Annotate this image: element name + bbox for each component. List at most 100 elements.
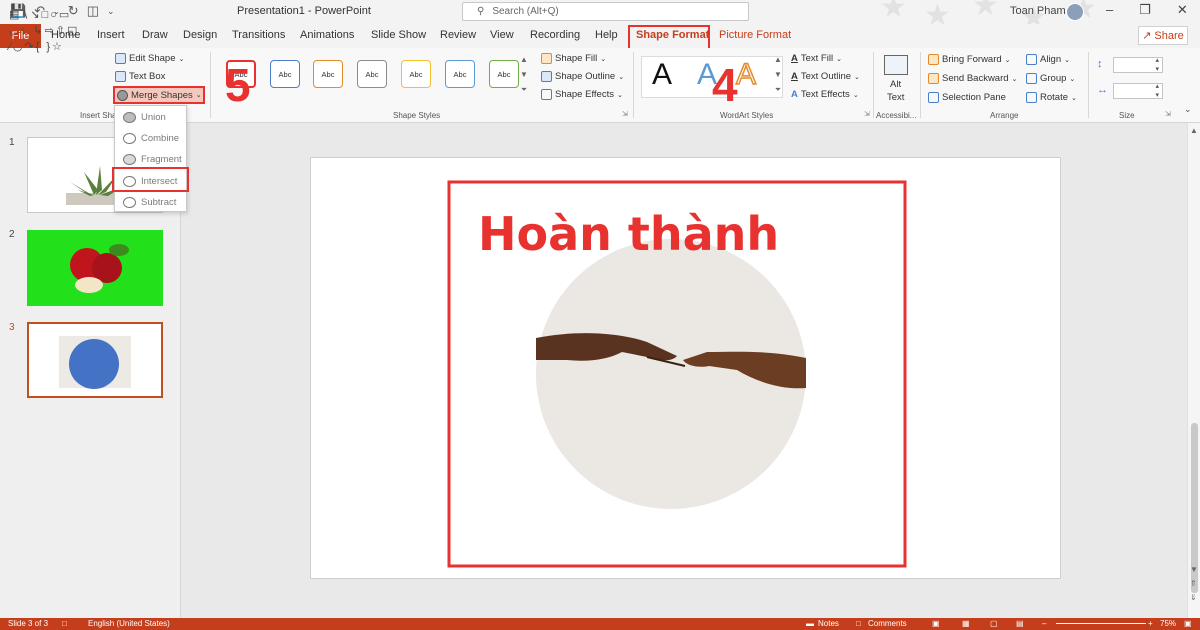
slide-sorter-icon[interactable]: ▦ [962,619,970,628]
menu-item-subtract[interactable]: Subtract [123,197,176,208]
bring-forward-button[interactable]: Bring Forward ⌄ [928,54,1011,65]
rotate-label: Rotate [1040,92,1068,103]
align-button[interactable]: Align ⌄ [1026,54,1070,65]
chevron-down-icon: ⌄ [836,55,842,63]
shape-style-option[interactable]: Abc [357,60,387,88]
user-name[interactable]: Toan Pham [1010,5,1066,17]
tab-animations[interactable]: Animations [300,29,354,41]
text-fill-button[interactable]: A Text Fill ⌄ [791,53,842,64]
alt-text-line2[interactable]: Text [887,92,904,103]
tab-slide-show[interactable]: Slide Show [371,29,426,41]
shape-outline-label: Shape Outline [555,71,616,82]
normal-view-icon[interactable]: ▣ [932,619,940,628]
shapes-gallery[interactable]: ▤∖↘□○▭ ◡∟↳⇨⇧◱ ∕◡↷{ }☆ [9,7,109,55]
more-icon[interactable]: ⏷ [775,85,781,95]
search-box[interactable]: ⚲ Search (Alt+Q) [462,2,749,21]
style-gallery-scroll[interactable]: ▲ ▼ ⏷ [520,55,528,95]
chevron-down-icon: ⌄ [852,91,859,99]
dialog-launcher-icon[interactable]: ⇲ [864,110,870,118]
previous-slide-icon[interactable]: ⇑ [1190,579,1197,588]
scroll-up-icon[interactable]: ▲ [1190,126,1198,135]
zoom-level[interactable]: 75% [1160,619,1176,628]
wordart-style-black[interactable]: A [652,58,672,92]
scroll-down-icon[interactable]: ▼ [520,70,528,79]
selection-pane-button[interactable]: Selection Pane [928,92,1006,103]
search-icon: ⚲ [477,6,485,17]
minimize-icon[interactable]: – [1106,2,1113,18]
shape-style-option[interactable]: Abc [445,60,475,88]
slide-thumbnail-3[interactable] [27,322,163,398]
shape-style-option[interactable]: Abc [489,60,519,88]
avatar[interactable] [1066,3,1084,21]
zoom-in-icon[interactable]: + [1148,619,1153,628]
merge-shapes-button[interactable]: Merge Shapes ⌄ [113,86,205,104]
menu-item-combine[interactable]: Combine [123,133,179,144]
scroll-up-icon[interactable]: ▲ [774,55,782,64]
slideshow-view-icon[interactable]: ▤ [1016,619,1024,628]
shape-style-option[interactable]: Abc [313,60,343,88]
shape-height-input[interactable]: ▴ ▾ [1113,57,1163,73]
shape-style-option[interactable]: Abc [401,60,431,88]
shape-effects-button[interactable]: Shape Effects ⌄ [541,89,623,100]
scroll-down-icon[interactable]: ▼ [774,70,782,79]
union-label: Union [141,112,166,123]
more-icon[interactable]: ⏷ [521,85,527,95]
close-icon[interactable]: ✕ [1177,2,1188,18]
rotate-button[interactable]: Rotate ⌄ [1026,92,1077,103]
restore-icon[interactable]: ❐ [1139,2,1151,18]
shape-style-option[interactable]: Abc [270,60,300,88]
text-outline-button[interactable]: A Text Outline ⌄ [791,71,860,82]
dialog-launcher-icon[interactable]: ⇲ [1165,110,1171,118]
spinner-arrows-icon[interactable]: ▴ ▾ [1155,82,1159,100]
wordart-gallery-scroll[interactable]: ▲ ▼ ⏷ [774,55,782,95]
text-box-button[interactable]: Text Box [115,71,165,82]
combine-label: Combine [141,133,180,144]
scroll-down-icon[interactable]: ▼ [1190,565,1198,574]
tab-review[interactable]: Review [440,29,476,41]
shape-fill-button[interactable]: Shape Fill ⌄ [541,53,606,64]
menu-item-union[interactable]: Union [123,112,166,123]
slide-number-1: 1 [9,137,15,148]
slide-thumbnail-2[interactable] [27,230,163,306]
text-effects-icon: A [791,89,798,100]
wordart-style-orange[interactable]: A [735,57,757,92]
reading-view-icon[interactable]: ▢ [990,619,998,628]
language-indicator[interactable]: English (United States) [88,619,170,628]
slide-heading[interactable]: Hoàn thành [478,206,779,262]
comments-button[interactable]: Comments [868,619,907,628]
next-slide-icon[interactable]: ⇓ [1190,593,1197,602]
decorative-stars: ★ ★ ★ ★ ★ [880,0,1097,24]
edit-shape-label: Edit Shape [129,53,176,64]
fit-to-window-icon[interactable]: ▣ [1184,619,1192,628]
scroll-up-icon[interactable]: ▲ [520,55,528,64]
tab-recording[interactable]: Recording [530,29,580,41]
dialog-launcher-icon[interactable]: ⇲ [622,110,628,118]
notes-button[interactable]: Notes [818,619,839,628]
menu-item-fragment[interactable]: Fragment [123,154,182,165]
zoom-slider[interactable] [1056,623,1146,624]
group-button[interactable]: Group ⌄ [1026,73,1075,84]
share-button[interactable]: ↗ Share [1138,26,1188,45]
tab-design[interactable]: Design [183,29,217,41]
collapse-ribbon-icon[interactable]: ⌄ [1184,104,1192,115]
zoom-out-icon[interactable]: – [1042,619,1046,628]
shape-width-input[interactable]: ▴ ▾ [1113,83,1163,99]
tab-picture-format[interactable]: Picture Format [719,29,791,41]
alt-text-line1[interactable]: Alt [890,79,901,90]
send-backward-label: Send Backward [942,73,1009,84]
spinner-arrows-icon[interactable]: ▴ ▾ [1155,56,1159,74]
tab-view[interactable]: View [490,29,514,41]
height-icon: ↕ [1097,58,1103,70]
shape-outline-button[interactable]: Shape Outline ⌄ [541,71,624,82]
tab-transitions[interactable]: Transitions [232,29,285,41]
vertical-scrollbar[interactable]: ▲ ▼ ⇑ ⇓ [1187,123,1200,618]
send-backward-button[interactable]: Send Backward ⌄ [928,73,1017,84]
group-divider [210,52,211,118]
tab-draw[interactable]: Draw [142,29,168,41]
edit-shape-button[interactable]: Edit Shape ⌄ [115,53,184,64]
text-effects-button[interactable]: A Text Effects ⌄ [791,89,859,100]
chevron-down-icon: ⌄ [618,73,625,81]
tab-help[interactable]: Help [595,29,618,41]
spelling-icon[interactable]: □ [62,619,67,628]
text-box-label: Text Box [129,71,166,82]
